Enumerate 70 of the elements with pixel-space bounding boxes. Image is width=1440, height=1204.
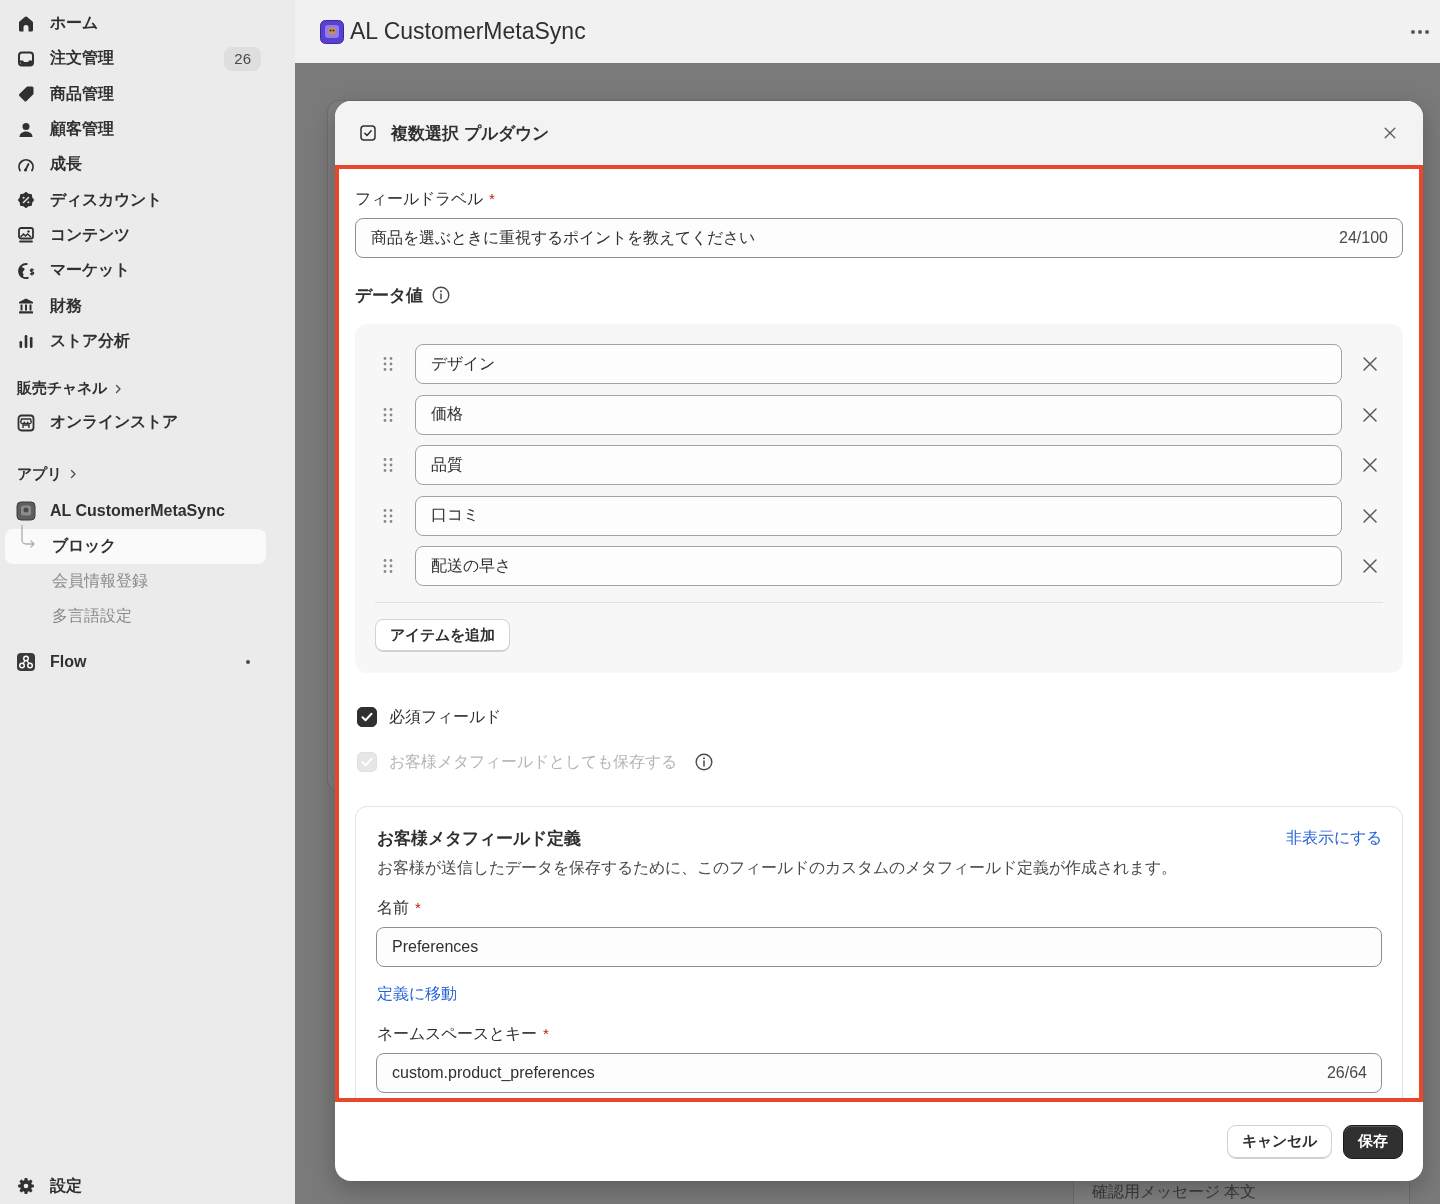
section-heading: データ値 — [355, 284, 423, 307]
required-mark: * — [415, 898, 421, 918]
info-icon[interactable] — [432, 286, 450, 304]
value-input[interactable]: デザイン — [415, 344, 1342, 384]
drag-handle-icon[interactable] — [383, 457, 393, 473]
checkbox-icon — [360, 125, 376, 141]
nav-item[interactable]: ストア分析 — [5, 323, 266, 359]
drag-handle-icon[interactable] — [383, 406, 393, 423]
value-input[interactable]: 配送の早さ — [415, 546, 1342, 586]
nav-item[interactable]: オンラインストア — [5, 404, 266, 441]
sub-nav-item[interactable]: ブロック — [5, 528, 266, 564]
field-label: ネームスペースとキー — [377, 1024, 537, 1044]
field-label: 確認用メッセージ 本文 — [1092, 1183, 1257, 1201]
remove-icon[interactable] — [1363, 559, 1377, 573]
drag-handle-icon[interactable] — [383, 356, 393, 372]
card-description: お客様が送信したデータを保存するために、このフィールドのカスタムのメタフィールド定義が作成されます。 — [377, 858, 1178, 878]
store-icon — [16, 412, 36, 433]
nav-item[interactable]: Flow — [5, 644, 266, 680]
save-button[interactable]: 保存 — [1343, 1124, 1403, 1159]
section-heading[interactable]: アプリ — [17, 464, 62, 484]
nav-item[interactable]: AL CustomerMetaSync — [5, 493, 266, 529]
remove-icon[interactable] — [1363, 407, 1377, 422]
remove-icon[interactable] — [1363, 357, 1377, 371]
modal-title: 複数選択 プルダウン — [391, 122, 549, 145]
card-title: お客様メタフィールド定義 — [376, 827, 581, 850]
remove-icon[interactable] — [1363, 508, 1377, 523]
globe-dollar-icon — [16, 260, 36, 281]
flow-icon — [16, 652, 36, 673]
nav-item[interactable]: 商品管理 — [5, 76, 266, 112]
chevron-right-icon — [70, 469, 76, 480]
nav-item[interactable]: 顧客管理 — [5, 111, 266, 148]
required-mark: * — [543, 1024, 549, 1044]
remove-icon[interactable] — [1363, 458, 1377, 472]
order-count-badge: 26 — [224, 46, 261, 71]
field-label: 名前 — [377, 898, 409, 918]
drag-handle-icon[interactable] — [383, 507, 393, 524]
value-input[interactable]: 品質 — [415, 445, 1342, 485]
nav-item[interactable]: ディスカウント — [5, 182, 266, 218]
nav-item[interactable]: ホーム — [5, 6, 266, 42]
drag-handle-icon[interactable] — [383, 558, 393, 574]
value-input[interactable]: 価格 — [415, 394, 1342, 435]
more-icon[interactable] — [1410, 28, 1430, 35]
text-field[interactable]: Preferences — [376, 927, 1382, 967]
hide-link[interactable]: 非表示にする — [1286, 827, 1382, 849]
checkbox-label[interactable]: 必須フィールド — [389, 706, 501, 728]
character-counter: 24/100 — [1339, 229, 1388, 247]
bank-icon — [16, 296, 36, 316]
definition-link[interactable]: 定義に移動 — [377, 985, 457, 1002]
nav-item[interactable]: 成長 — [5, 147, 266, 183]
field-label: フィールドラベル — [355, 189, 483, 209]
chevron-right-icon — [115, 383, 121, 394]
nav-item[interactable]: マーケット — [5, 253, 266, 289]
tag-icon — [16, 84, 36, 105]
section-heading[interactable]: 販売チャネル — [17, 379, 107, 399]
close-icon[interactable] — [1382, 125, 1398, 141]
nav-item[interactable]: 財務 — [5, 288, 266, 324]
page-title: AL CustomerMetaSync — [350, 18, 586, 45]
nav-item[interactable]: コンテンツ — [5, 217, 266, 254]
settings-icon — [16, 1176, 36, 1196]
cancel-button[interactable]: キャンセル — [1227, 1124, 1332, 1159]
nav-item[interactable]: 注文管理 26 — [5, 41, 266, 77]
app-logo-icon — [320, 19, 344, 44]
character-counter: 26/64 — [1326, 1064, 1367, 1082]
required-mark: * — [489, 189, 495, 209]
nav-item[interactable]: 設定 — [5, 1168, 266, 1204]
add-item-button[interactable]: アイテムを追加 — [375, 619, 510, 652]
app-icon — [16, 500, 36, 521]
value-input[interactable]: 口コミ — [415, 495, 1342, 536]
checkbox[interactable] — [357, 707, 377, 727]
discount-icon — [16, 190, 36, 211]
